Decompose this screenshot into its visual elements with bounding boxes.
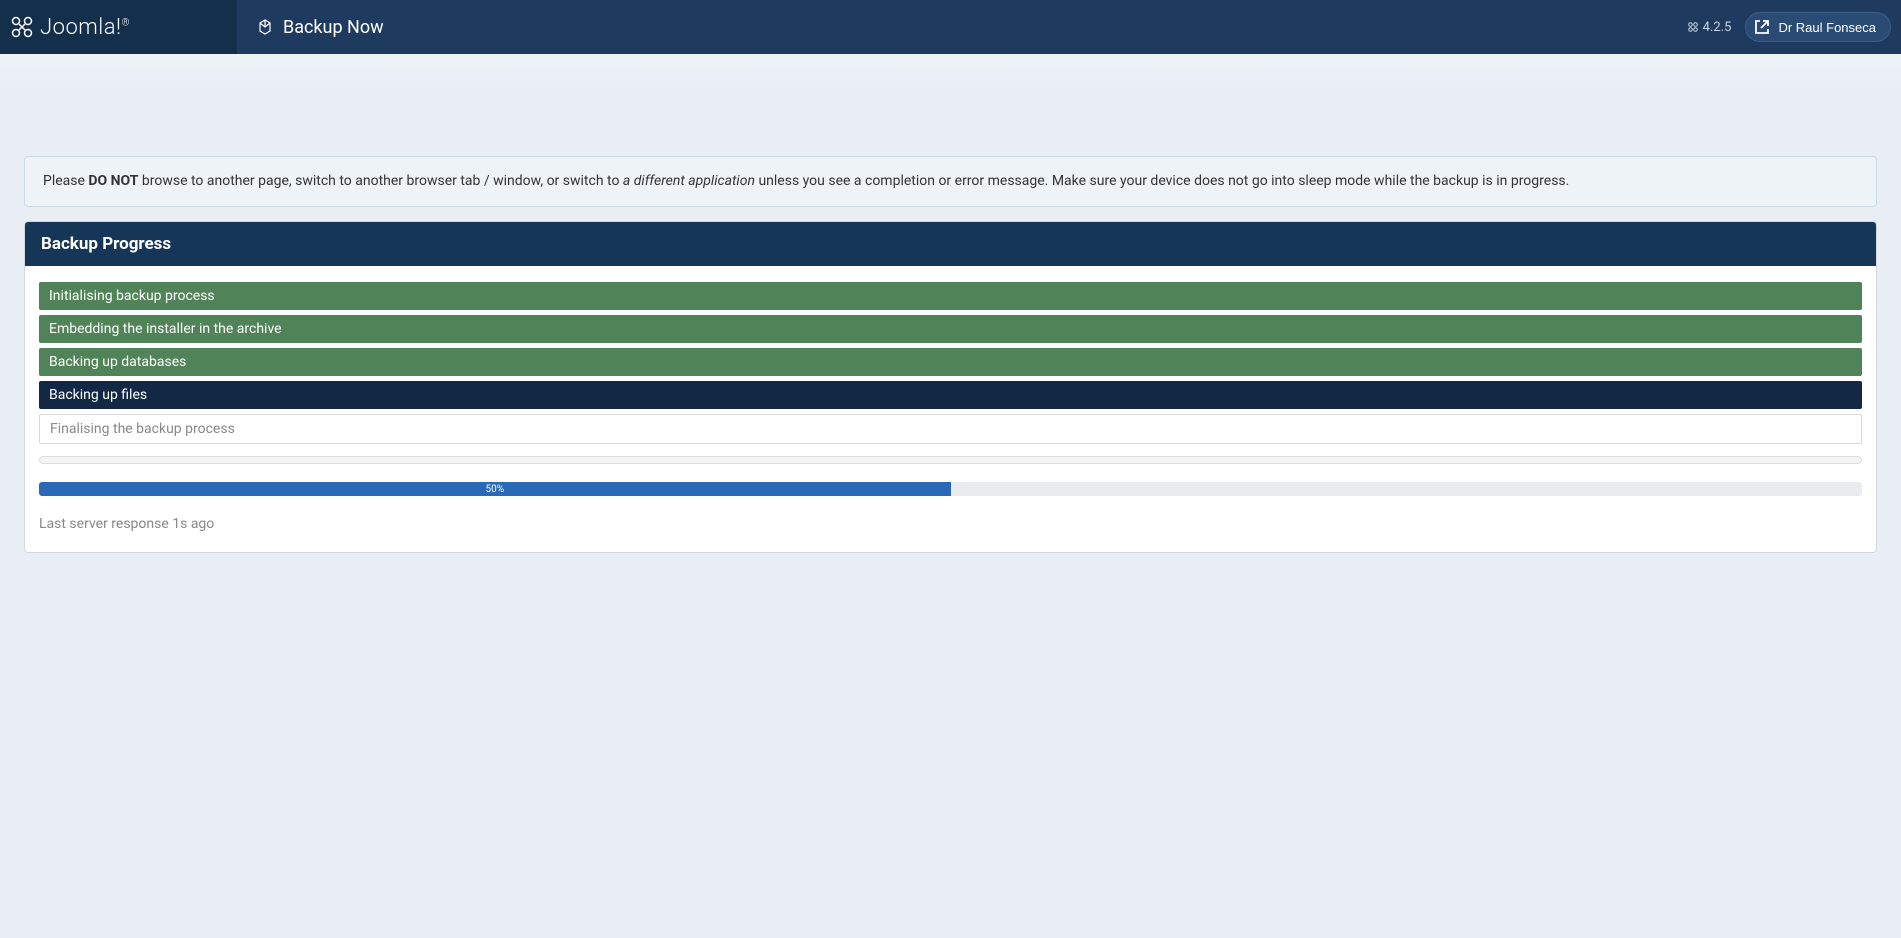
last-response-text: Last server response 1s ago (39, 516, 1862, 532)
page-title: Backup Now (283, 17, 384, 38)
brand-name: Joomla!® (40, 15, 130, 40)
user-name: Dr Raul Fonseca (1778, 20, 1876, 35)
joomla-small-icon (1687, 21, 1699, 33)
progress-label: 50% (485, 484, 504, 495)
panel-body: Initialising backup process Embedding the… (25, 266, 1876, 552)
header-right: 4.2.5 Dr Raul Fonseca (1687, 0, 1901, 54)
joomla-icon (10, 15, 34, 39)
brand-logo: Joomla!® (10, 15, 130, 40)
backup-step: Initialising backup process (39, 282, 1862, 310)
external-link-icon (1754, 19, 1770, 35)
backup-step: Backing up databases (39, 348, 1862, 376)
version-badge[interactable]: 4.2.5 (1687, 20, 1732, 35)
main-progress-bar: 50% (39, 482, 1862, 496)
content-area: Please DO NOT browse to another page, sw… (0, 54, 1901, 577)
page-title-area: Backup Now (237, 0, 404, 54)
sub-progress-bar (39, 456, 1862, 464)
backup-step: Finalising the backup process (39, 414, 1862, 444)
main-progress-fill: 50% (39, 482, 951, 496)
app-header: Joomla!® Backup Now 4.2.5 Dr Raul Fon (0, 0, 1901, 54)
steps-container: Initialising backup process Embedding the… (39, 282, 1862, 444)
box-open-icon (257, 17, 273, 37)
panel-header: Backup Progress (25, 222, 1876, 266)
backup-progress-panel: Backup Progress Initialising backup proc… (24, 221, 1877, 553)
backup-step: Embedding the installer in the archive (39, 315, 1862, 343)
backup-step: Backing up files (39, 381, 1862, 409)
user-menu-button[interactable]: Dr Raul Fonseca (1745, 12, 1891, 42)
warning-notice: Please DO NOT browse to another page, sw… (24, 156, 1877, 207)
version-text: 4.2.5 (1703, 20, 1732, 35)
brand-box[interactable]: Joomla!® (0, 0, 237, 54)
